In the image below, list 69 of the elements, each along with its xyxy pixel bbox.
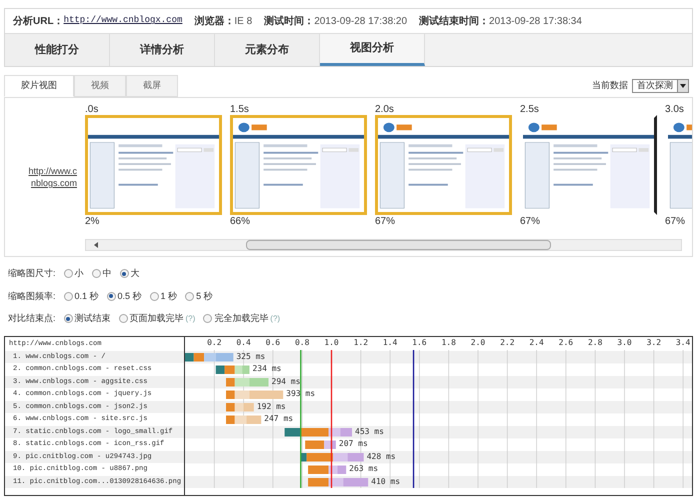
axis-tick-label: 2.4: [529, 336, 544, 348]
axis-tick-label: 0.8: [294, 336, 310, 348]
radio-option[interactable]: 测试结束: [64, 312, 111, 326]
info-value: 2013-09-28 17:38:20: [314, 14, 408, 28]
frame-percent: 67%: [375, 215, 396, 229]
radio-option[interactable]: 0.5 秒: [106, 290, 142, 303]
info-value: 2013-09-28 17:38:34: [489, 14, 582, 28]
frame-percent: 67%: [665, 215, 686, 229]
info-link[interactable]: http://www.cnblogx.com: [64, 14, 182, 28]
request-duration: 263 ms: [349, 463, 378, 475]
axis-tick-label: 0.6: [266, 336, 280, 348]
radio-option[interactable]: 1 秒: [150, 290, 178, 303]
info-label: 测试时间：: [264, 14, 314, 28]
current-data-label: 当前数据: [592, 79, 628, 92]
axis-tick-label: 3.2: [646, 336, 662, 348]
radio-option[interactable]: 5 秒: [185, 290, 213, 303]
axis-tick-label: 2.0: [470, 336, 486, 348]
horizontal-scrollbar[interactable]: [85, 239, 682, 251]
frame-time: 1.5s: [230, 103, 250, 115]
radio-option[interactable]: 小: [64, 267, 84, 280]
request-duration: 453 ms: [355, 426, 384, 438]
axis-tick-label: 3.0: [617, 336, 632, 348]
request-duration: 294 ms: [272, 376, 300, 388]
axis-tick-label: 2.8: [588, 336, 602, 348]
frame-percent: 2%: [85, 215, 100, 229]
frame-time: 2.5s: [520, 103, 540, 115]
radio-option[interactable]: 页面加载完毕 (?): [118, 312, 196, 326]
request-duration: 247 ms: [264, 413, 294, 425]
request-duration: 410 ms: [371, 476, 400, 488]
view-tab[interactable]: 截屏: [126, 75, 178, 97]
frame-time: 2.0s: [375, 103, 395, 115]
radio-option[interactable]: 中: [92, 267, 112, 280]
request-duration: 207 ms: [338, 438, 368, 450]
info-label: 测试结束时间：: [419, 14, 490, 28]
axis-tick-label: 1.6: [412, 336, 427, 348]
option-label: 缩略图尺寸:: [8, 267, 56, 280]
axis-tick-label: 1.8: [441, 336, 456, 348]
axis-tick-label: 0.4: [236, 336, 251, 348]
info-value: IE 8: [234, 14, 252, 28]
axis-tick-label: 3.4: [676, 336, 690, 348]
info-label: 浏览器：: [194, 14, 234, 28]
radio-option[interactable]: 0.1 秒: [64, 290, 99, 303]
page-url-link[interactable]: http://www.cnblogs.com: [27, 165, 77, 189]
request-duration: 325 ms: [236, 350, 266, 362]
option-label: 对比结束点:: [8, 312, 56, 325]
axis-tick-label: 1.0: [324, 336, 339, 348]
scroll-left-icon: [94, 242, 98, 248]
request-duration: 192 ms: [256, 400, 286, 412]
option-label: 缩略图频率:: [8, 290, 56, 302]
axis-tick-label: 1.2: [354, 336, 368, 348]
request-duration: 428 ms: [366, 450, 396, 462]
radio-option[interactable]: 完全加载完毕 (?): [203, 312, 280, 326]
scroll-thumb[interactable]: [246, 240, 551, 250]
axis-tick-label: 2.6: [558, 336, 574, 348]
frame-time: .0s: [85, 103, 100, 115]
data-select[interactable]: 首次探测: [632, 79, 689, 93]
main-tab[interactable]: 视图分析: [320, 34, 425, 66]
view-tab[interactable]: 胶片视图: [4, 75, 74, 97]
axis-tick-label: 2.2: [500, 336, 515, 348]
axis-tick-label: 1.4: [382, 336, 398, 348]
frame-time: 3.0s: [665, 103, 685, 115]
axis-tick-label: 0.2: [207, 336, 222, 348]
frame-percent: 66%: [230, 215, 252, 229]
request-duration: 234 ms: [252, 363, 282, 375]
info-label: 分析URL：: [13, 14, 64, 28]
frame-percent: 67%: [520, 215, 542, 229]
request-duration: 393 ms: [286, 388, 316, 400]
radio-option[interactable]: 大: [120, 267, 140, 280]
view-tab[interactable]: 视频: [74, 75, 126, 97]
